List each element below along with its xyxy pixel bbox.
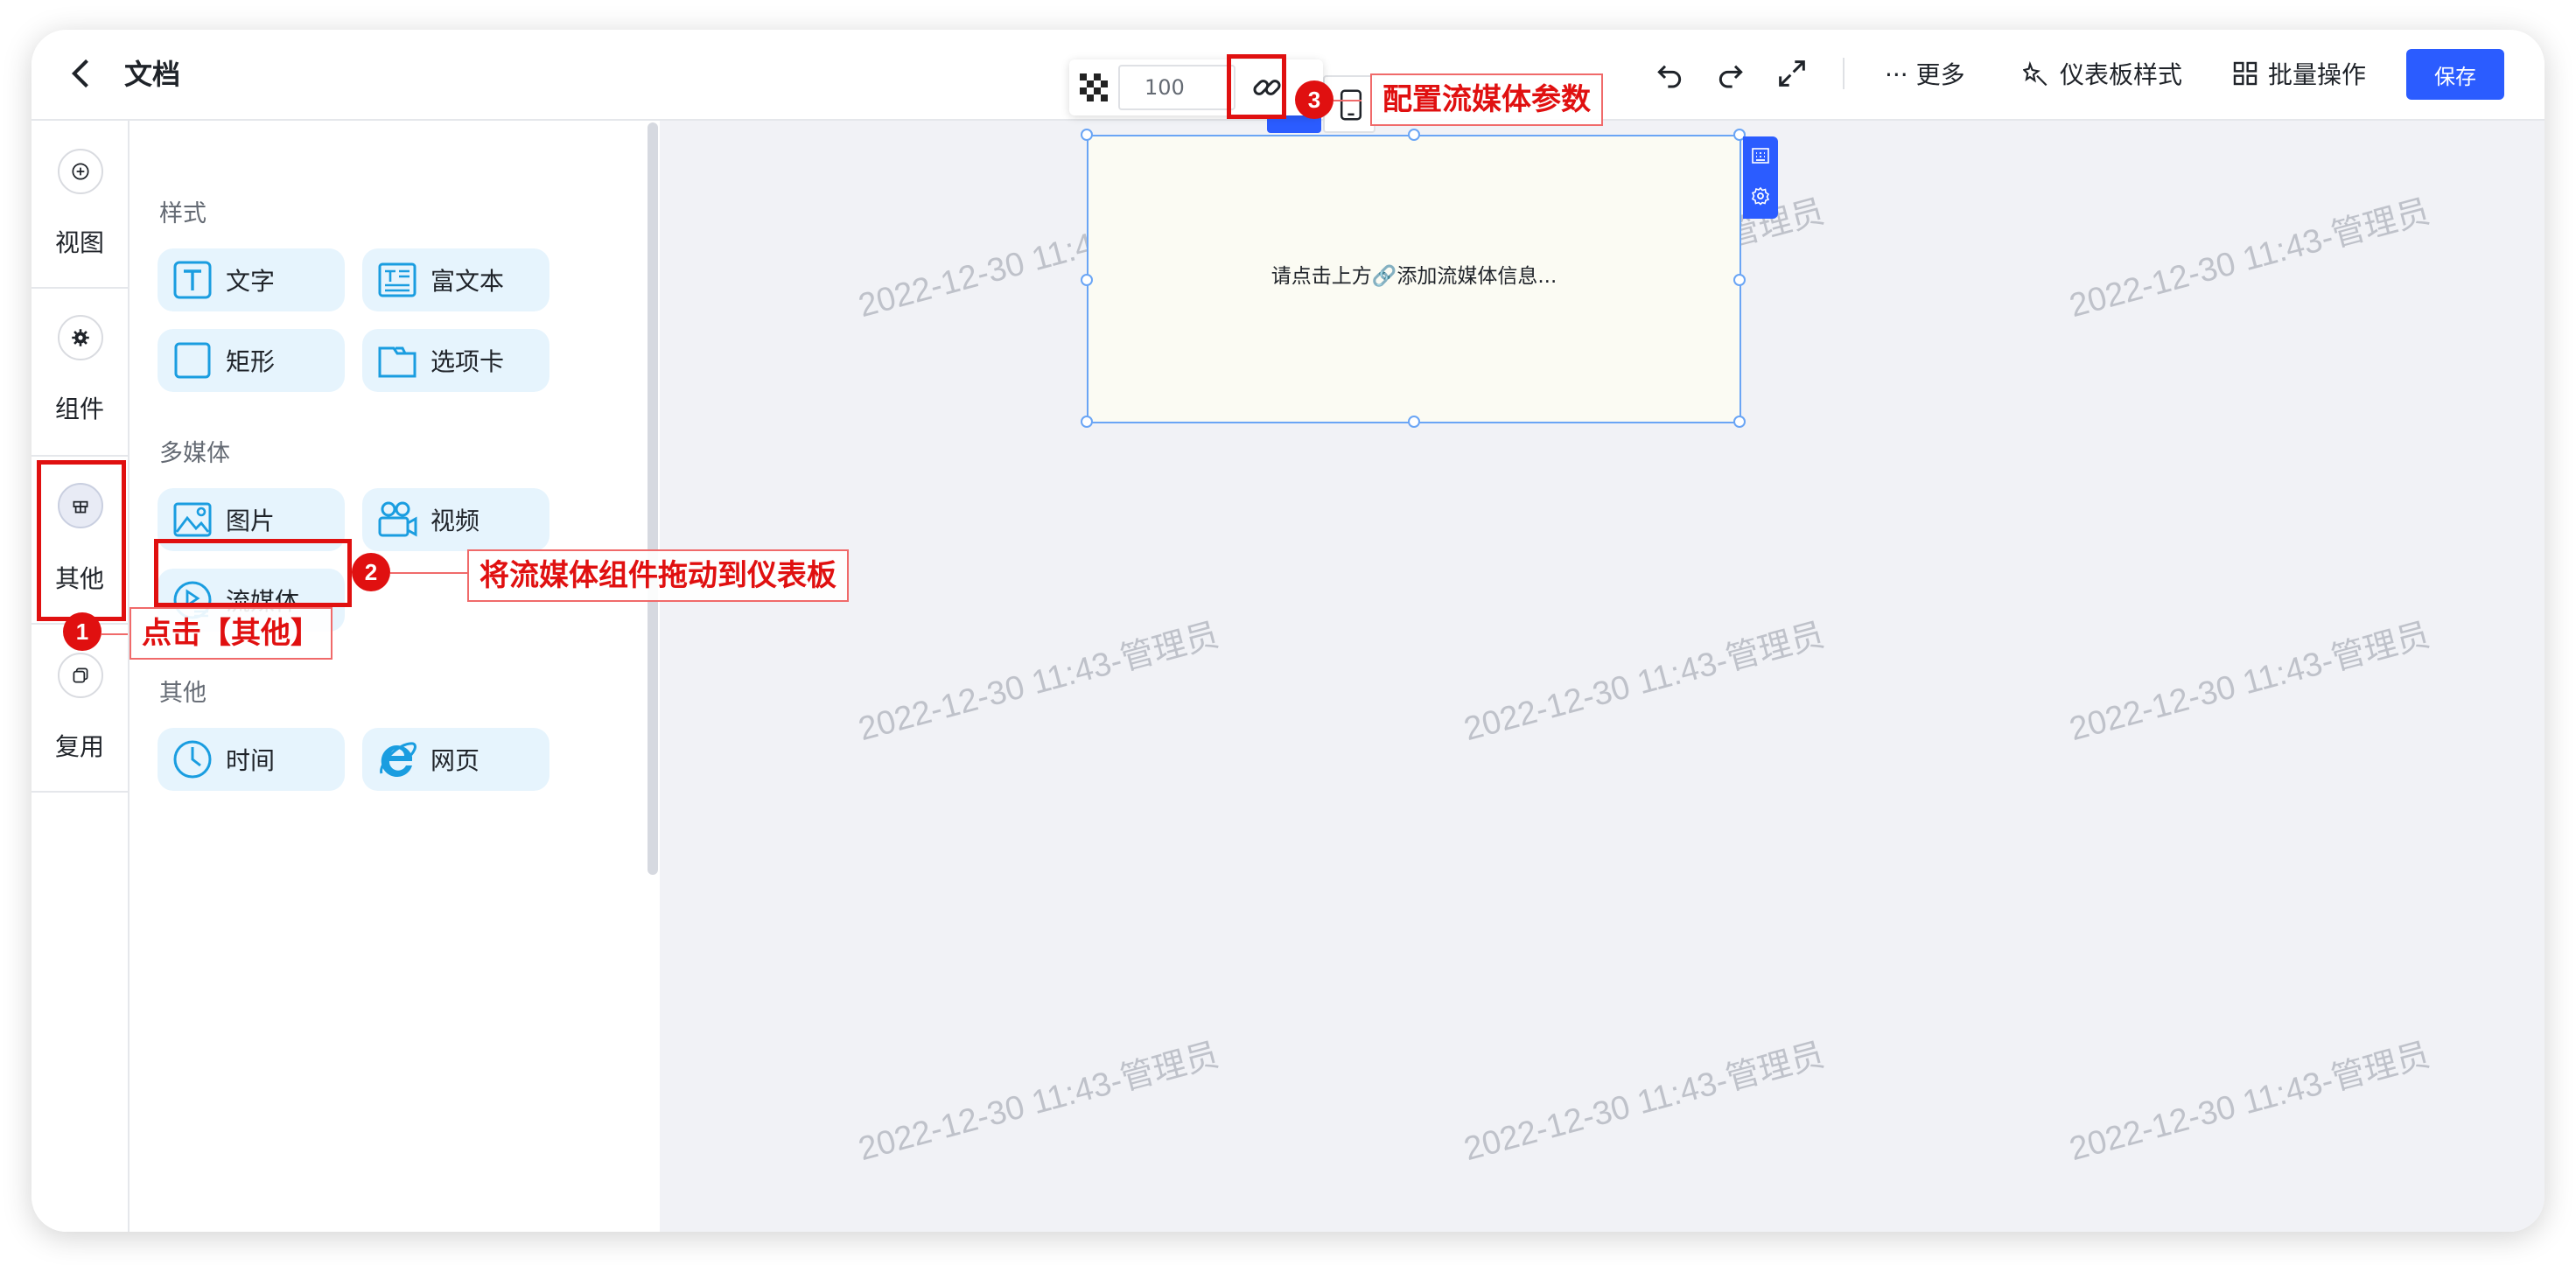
component-label: 富文本 (430, 267, 505, 296)
batch-operation-label: 批量操作 (2268, 60, 2367, 89)
drag-grid-icon[interactable] (1750, 145, 1771, 166)
rich-text-icon (376, 259, 418, 301)
watermark: 2022-12-30 11:43-管理员 (2065, 192, 2434, 325)
annotation-callout-3: 配置流媒体参数 (1370, 73, 1603, 126)
image-icon (172, 499, 214, 541)
watermark: 2022-12-30 11:43-管理员 (854, 1036, 1223, 1169)
component-text[interactable]: 文字 (158, 248, 345, 311)
component-rich-text[interactable]: 富文本 (362, 248, 550, 311)
left-nav: 视图 组件 其他 复用 (32, 121, 130, 1232)
undo-icon[interactable] (1652, 56, 1687, 91)
component-label: 视频 (430, 507, 480, 535)
rectangle-icon (172, 339, 214, 381)
annotation-callout-2: 将流媒体组件拖动到仪表板 (467, 549, 849, 602)
widget-placeholder-text: 请点击上方🔗添加流媒体信息... (1270, 265, 1558, 288)
more-button[interactable]: ··· 更多 (1885, 54, 1965, 93)
component-label: 网页 (430, 746, 480, 775)
component-label: 时间 (226, 746, 276, 775)
plus-circle-icon (58, 149, 103, 194)
redo-icon[interactable] (1713, 56, 1748, 91)
clock-icon (172, 738, 214, 780)
watermark: 2022-12-30 11:43-管理员 (2065, 616, 2434, 749)
component-webpage[interactable]: 网页 (362, 728, 550, 791)
resize-handle[interactable] (1408, 416, 1420, 428)
section-title-multimedia: 多媒体 (159, 440, 230, 467)
dashboard-style-label: 仪表板样式 (2060, 60, 2183, 89)
fullscreen-icon[interactable] (1774, 56, 1810, 91)
highlight-streaming-media (154, 539, 352, 607)
component-rectangle[interactable]: 矩形 (158, 329, 345, 392)
settings-gear-icon[interactable] (1750, 185, 1771, 206)
batch-operation-button[interactable]: 批量操作 (2231, 54, 2366, 93)
resize-handle[interactable] (1408, 129, 1420, 141)
resize-handle[interactable] (1081, 129, 1093, 141)
app-window: 文档 ··· 更多 仪表板样式 批量操作 保存 视图 组件 其他 复用 样式 文… (32, 30, 2544, 1232)
component-video[interactable]: 视频 (362, 488, 550, 551)
resize-handle[interactable] (1733, 274, 1746, 286)
component-label: 矩形 (226, 347, 276, 376)
panel-scrollbar[interactable] (648, 122, 658, 875)
nav-label-reuse: 复用 (54, 732, 104, 761)
grid-icon (2233, 61, 2258, 86)
highlight-other-nav (37, 460, 126, 621)
watermark: 2022-12-30 11:43-管理员 (1460, 616, 1829, 749)
annotation-leader (102, 633, 128, 635)
gear-icon (58, 315, 103, 360)
annotation-leader (390, 572, 467, 574)
watermark: 2022-12-30 11:43-管理员 (854, 616, 1223, 749)
tab-icon (376, 339, 418, 381)
watermark: 2022-12-30 11:43-管理员 (2065, 1036, 2434, 1169)
widget-side-tools (1743, 136, 1778, 219)
text-icon (172, 259, 214, 301)
resize-handle[interactable] (1733, 416, 1746, 428)
page-title: 文档 (124, 58, 181, 91)
annotation-badge-3: 3 (1295, 80, 1334, 119)
resize-handle[interactable] (1081, 416, 1093, 428)
component-panel: 样式 文字 富文本 矩形 选项卡 多媒体 图片 视频 流媒体 其他 时间 网页 (130, 121, 654, 1232)
component-label: 文字 (226, 267, 276, 296)
transparency-checker-icon[interactable] (1080, 73, 1108, 101)
highlight-link-button (1227, 54, 1286, 119)
nav-item-view[interactable]: 视图 (32, 121, 128, 289)
watermark: 2022-12-30 11:43-管理员 (1460, 1036, 1829, 1169)
section-title-style: 样式 (159, 200, 206, 227)
phone-icon (1340, 89, 1362, 121)
annotation-badge-2: 2 (352, 553, 390, 591)
annotation-leader (1334, 100, 1362, 101)
streaming-media-widget[interactable]: 请点击上方🔗添加流媒体信息... (1081, 129, 1746, 428)
component-label: 选项卡 (430, 347, 505, 376)
back-arrow-icon[interactable] (63, 54, 102, 93)
component-time[interactable]: 时间 (158, 728, 345, 791)
resize-handle[interactable] (1081, 274, 1093, 286)
dashboard-style-button[interactable]: 仪表板样式 (2023, 54, 2182, 93)
magic-wand-icon (2023, 60, 2048, 87)
save-button[interactable]: 保存 (2406, 49, 2504, 100)
component-label: 图片 (226, 507, 276, 535)
ie-icon (376, 738, 418, 780)
annotation-callout-1: 点击【其他】 (130, 607, 332, 660)
toolbar-divider (1843, 58, 1844, 89)
copy-icon (58, 653, 103, 698)
annotation-badge-1: 1 (63, 612, 102, 651)
component-tab[interactable]: 选项卡 (362, 329, 550, 392)
nav-label-component: 组件 (54, 395, 104, 423)
nav-label-view: 视图 (54, 228, 104, 257)
section-title-other: 其他 (159, 680, 206, 707)
opacity-input[interactable]: 100 (1118, 65, 1236, 110)
more-label: ··· 更多 (1885, 60, 1965, 89)
video-icon (376, 499, 418, 541)
nav-item-component[interactable]: 组件 (32, 289, 128, 457)
